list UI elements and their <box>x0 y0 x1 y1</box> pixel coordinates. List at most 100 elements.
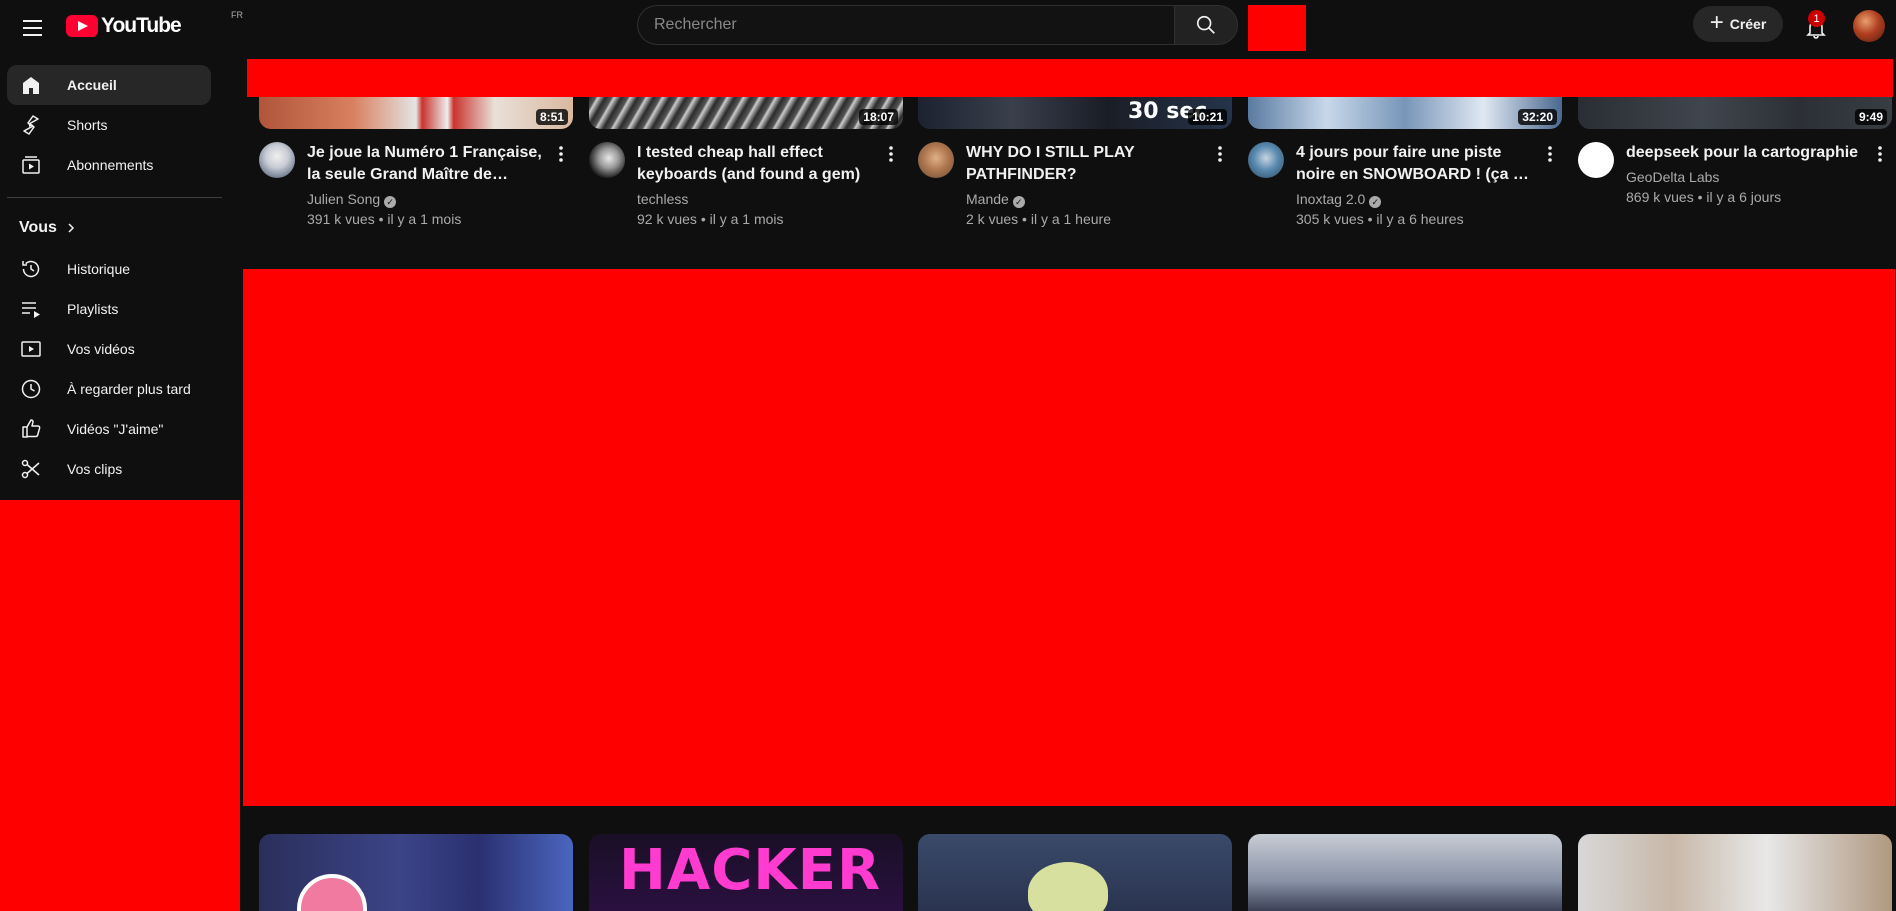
playlists-icon <box>19 297 43 321</box>
thumbnail-text: HACKER <box>619 838 882 903</box>
watch-later-icon <box>19 377 43 401</box>
video-thumbnail[interactable]: HACKER <box>589 834 903 911</box>
sidebar-divider <box>7 197 222 198</box>
sidebar-item-label: Accueil <box>67 77 117 93</box>
channel-name[interactable]: techless <box>637 191 688 207</box>
view-count: 391 k vues <box>307 211 375 227</box>
country-code: FR <box>231 10 243 20</box>
channel-name-row[interactable]: techless <box>637 189 688 209</box>
channel-avatar[interactable] <box>1248 142 1284 178</box>
chevron-right-icon <box>68 223 74 233</box>
top-bar: YouTube FR + Créer 1 <box>0 0 1896 56</box>
channel-name[interactable]: Julien Song <box>307 191 380 207</box>
video-stats: 305 k vues • il y a 6 heures <box>1296 211 1464 227</box>
verified-icon: ✓ <box>384 196 397 208</box>
channel-name[interactable]: Inoxtag 2.0 <box>1296 191 1365 207</box>
create-label: Créer <box>1729 16 1767 32</box>
youtube-play-icon <box>66 15 98 37</box>
channel-avatar[interactable] <box>918 142 954 178</box>
channel-name[interactable]: GeoDelta Labs <box>1626 169 1719 185</box>
notification-badge: 1 <box>1808 10 1825 27</box>
create-button[interactable]: + Créer <box>1693 6 1783 42</box>
channel-name-row[interactable]: Julien Song ✓ <box>307 189 397 209</box>
hamburger-icon[interactable] <box>16 12 48 44</box>
view-count: 305 k vues <box>1296 211 1364 227</box>
redacted-region <box>247 59 1893 97</box>
search-icon <box>1196 15 1215 34</box>
more-options-icon[interactable] <box>1208 142 1232 166</box>
video-stats: 92 k vues • il y a 1 mois <box>637 211 784 227</box>
sidebar-item-label: Vos vidéos <box>67 341 135 357</box>
redacted-region <box>1248 5 1306 51</box>
search-bar <box>637 5 1238 45</box>
verified-icon: ✓ <box>1369 196 1382 208</box>
sidebar-item-watch-later[interactable]: À regarder plus tard <box>7 369 211 409</box>
channel-name-row[interactable]: GeoDelta Labs <box>1626 167 1719 187</box>
video-thumbnail[interactable]: 30 sec 10:21 <box>918 97 1232 129</box>
video-title[interactable]: deepseek pour la cartographie <box>1626 142 1866 164</box>
sidebar-item-liked-videos[interactable]: Vidéos "J'aime" <box>7 409 211 449</box>
clips-icon <box>19 457 43 481</box>
video-duration: 10:21 <box>1188 109 1227 125</box>
avatar[interactable] <box>1853 10 1885 42</box>
upload-age: il y a 1 mois <box>387 211 462 227</box>
video-stats: 391 k vues • il y a 1 mois <box>307 211 462 227</box>
more-options-icon[interactable] <box>1868 142 1892 166</box>
liked-videos-icon <box>19 417 43 441</box>
more-options-icon[interactable] <box>549 142 573 166</box>
search-input[interactable] <box>637 5 1174 45</box>
upload-age: il y a 6 jours <box>1706 189 1782 205</box>
sidebar-item-clips[interactable]: Vos clips <box>7 449 211 489</box>
channel-name[interactable]: Mande <box>966 191 1009 207</box>
video-title[interactable]: Je joue la Numéro 1 Française, la seule … <box>307 142 547 186</box>
video-title[interactable]: I tested cheap hall effect keyboards (an… <box>637 142 877 186</box>
you-section-label: Vous <box>19 219 57 236</box>
sidebar-item-label: Shorts <box>67 117 108 133</box>
thumbnail-graphic <box>297 874 367 911</box>
home-icon <box>19 73 43 97</box>
search-button[interactable] <box>1174 5 1238 45</box>
channel-avatar[interactable] <box>259 142 295 178</box>
sidebar-item-home[interactable]: Accueil <box>7 65 211 105</box>
sidebar-item-label: Vos clips <box>67 461 123 477</box>
sidebar-item-label: Abonnements <box>67 157 154 173</box>
channel-name-row[interactable]: Inoxtag 2.0 ✓ <box>1296 189 1382 209</box>
more-options-icon[interactable] <box>879 142 903 166</box>
video-thumbnail[interactable] <box>1248 834 1562 911</box>
channel-avatar[interactable] <box>589 142 625 178</box>
view-count: 869 k vues <box>1626 189 1694 205</box>
upload-age: il y a 1 mois <box>709 211 784 227</box>
sidebar-item-label: Vidéos "J'aime" <box>67 421 164 437</box>
thumbnail-graphic <box>1028 862 1108 911</box>
redacted-region <box>0 500 240 911</box>
video-duration: 18:07 <box>859 109 898 125</box>
video-stats: 869 k vues • il y a 6 jours <box>1626 189 1782 205</box>
verified-icon: ✓ <box>1012 196 1025 208</box>
video-thumbnail[interactable]: 9:49 <box>1578 97 1892 129</box>
sidebar-item-your-videos[interactable]: Vos vidéos <box>7 329 211 369</box>
video-thumbnail[interactable]: 8:51 <box>259 97 573 129</box>
sidebar-item-subscriptions[interactable]: Abonnements <box>7 145 211 185</box>
video-thumbnail[interactable]: 18:07 <box>589 97 903 129</box>
redacted-region <box>243 269 1895 806</box>
channel-avatar[interactable] <box>1578 142 1614 178</box>
sidebar-item-label: Historique <box>67 261 131 277</box>
subscriptions-icon <box>19 153 43 177</box>
video-thumbnail[interactable] <box>1578 834 1892 911</box>
channel-name-row[interactable]: Mande ✓ <box>966 189 1025 209</box>
view-count: 92 k vues <box>637 211 697 227</box>
sidebar-item-shorts[interactable]: Shorts <box>7 105 211 145</box>
video-thumbnail[interactable]: 32:20 <box>1248 97 1562 129</box>
you-section-title[interactable]: Vous <box>19 219 77 237</box>
sidebar-item-playlists[interactable]: Playlists <box>7 289 211 329</box>
sidebar-item-history[interactable]: Historique <box>7 249 211 289</box>
sidebar-item-label: Playlists <box>67 301 119 317</box>
video-thumbnail[interactable] <box>259 834 573 911</box>
video-title[interactable]: 4 jours pour faire une piste noire en SN… <box>1296 142 1536 186</box>
more-options-icon[interactable] <box>1538 142 1562 166</box>
video-duration: 8:51 <box>535 109 568 125</box>
video-title[interactable]: WHY DO I STILL PLAY PATHFINDER? <box>966 142 1206 186</box>
plus-icon: + <box>1709 9 1724 36</box>
youtube-logo[interactable]: YouTube FR <box>66 10 243 38</box>
video-thumbnail[interactable] <box>918 834 1232 911</box>
